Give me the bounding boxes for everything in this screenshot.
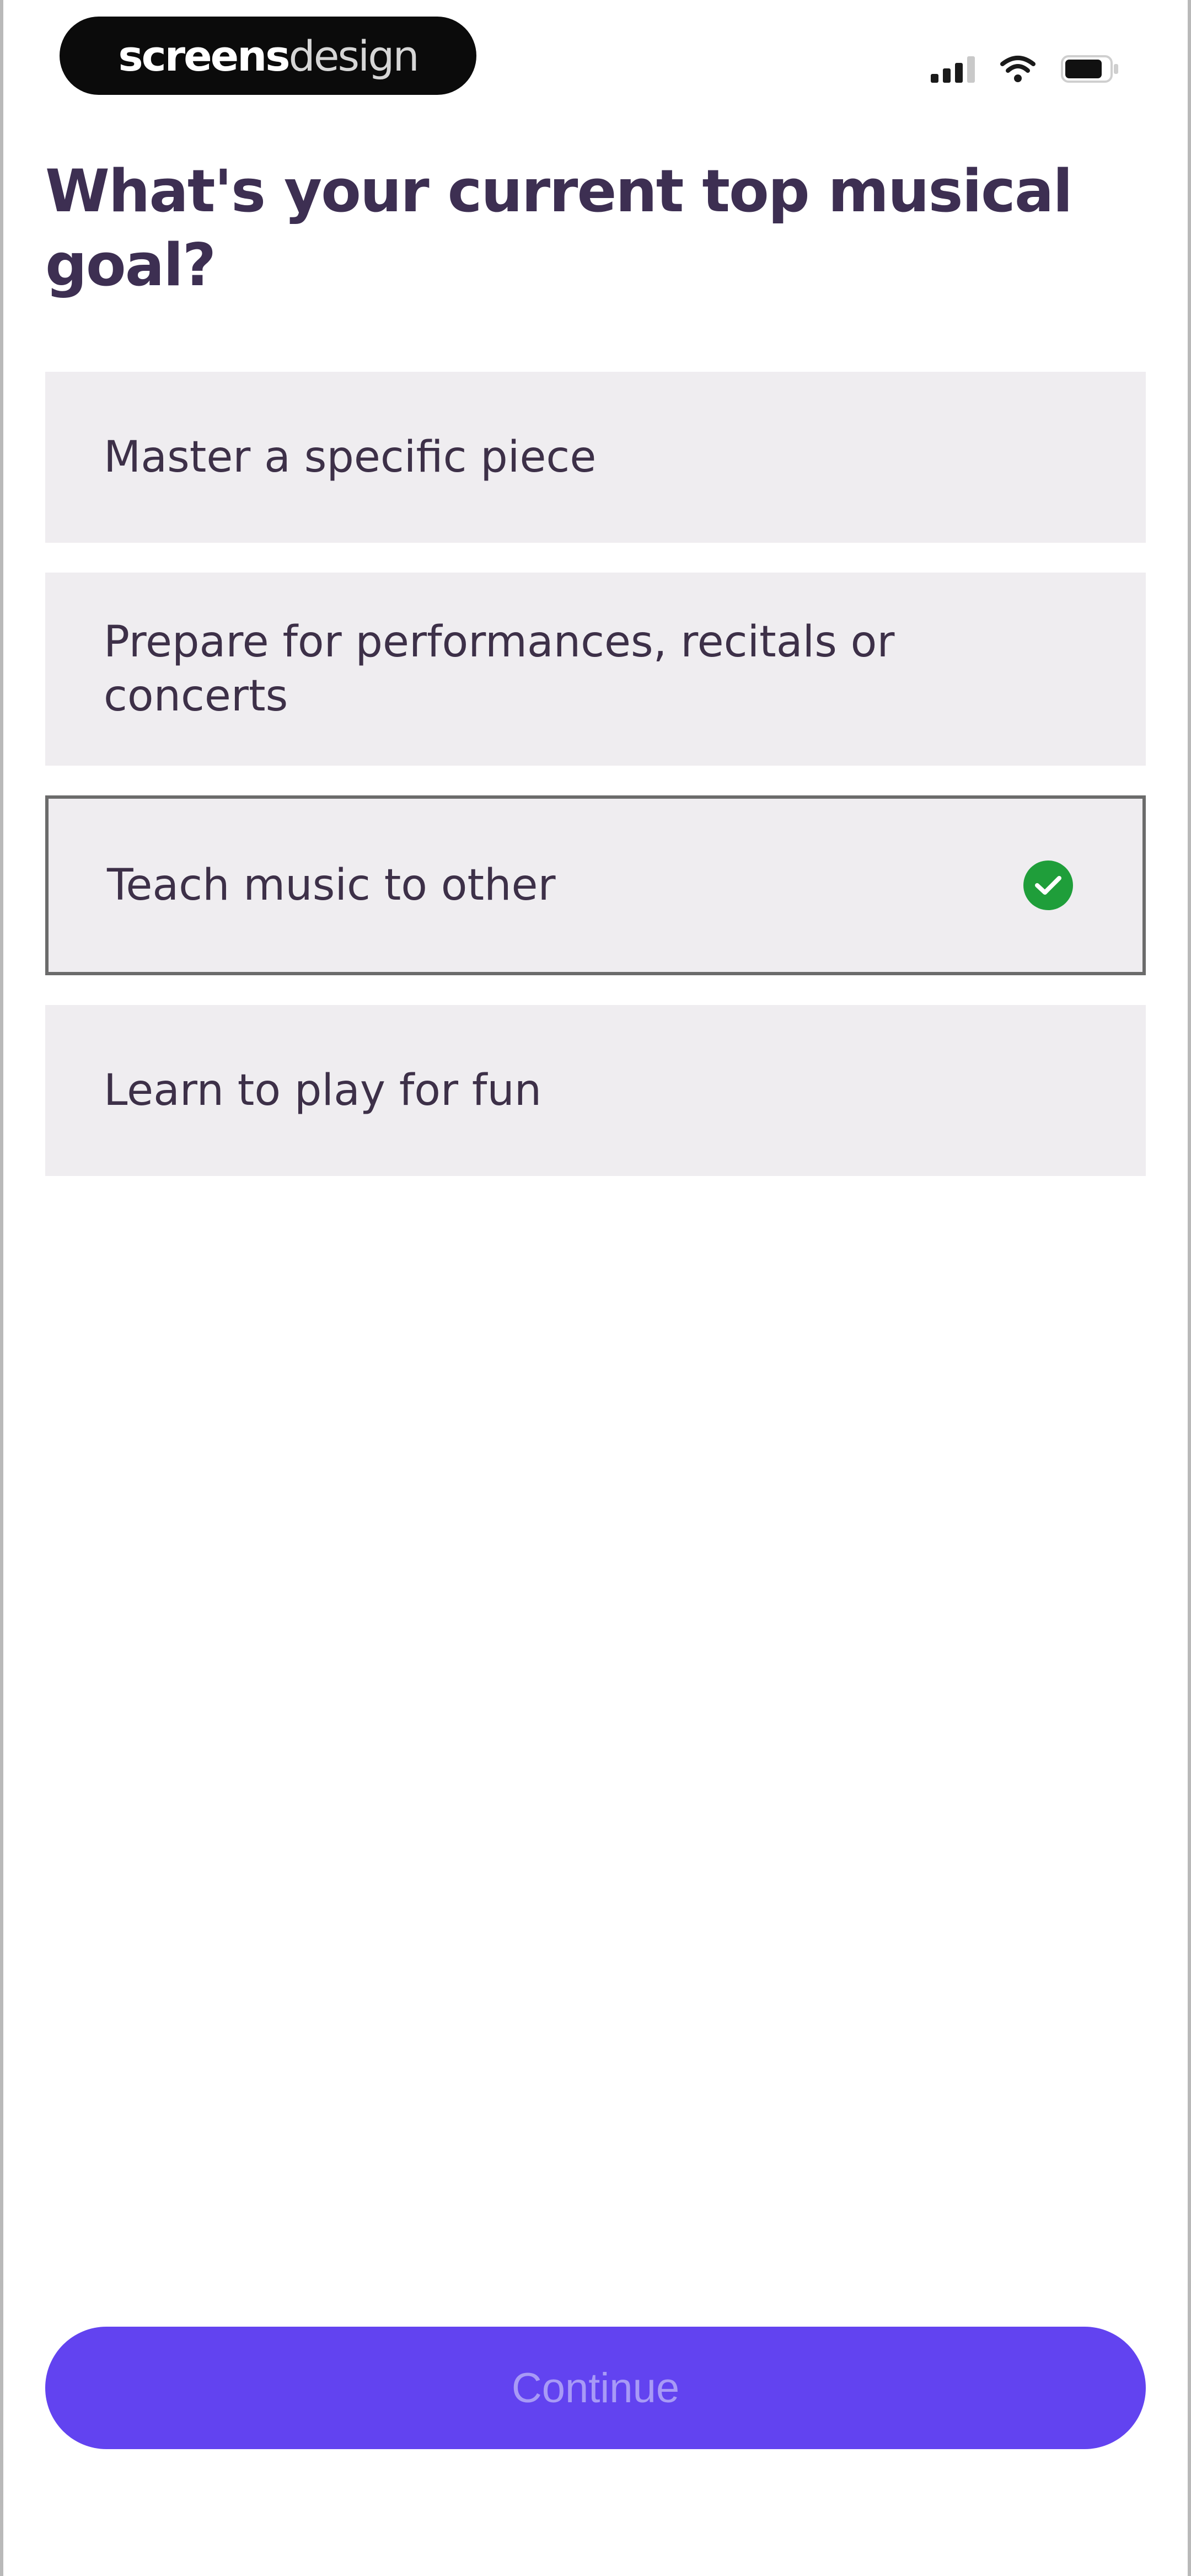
brand-name-light: design	[288, 31, 420, 81]
goal-options-list: Master a specific piece Prepare for perf…	[45, 372, 1146, 1176]
signal-icon	[931, 55, 975, 83]
continue-button[interactable]: Continue	[45, 2327, 1146, 2449]
option-label: Teach music to other	[107, 861, 556, 910]
option-learn-for-fun[interactable]: Learn to play for fun	[45, 1005, 1146, 1176]
page-title: What's your current top musical goal?	[45, 157, 1073, 299]
screen-frame-left	[0, 0, 3, 2576]
option-prepare-for-performances[interactable]: Prepare for performances, recitals or co…	[45, 573, 1146, 766]
continue-button-label: Continue	[511, 2364, 680, 2412]
status-icons	[931, 50, 1119, 88]
wifi-icon	[1000, 56, 1036, 82]
brand-name-bold: screens	[118, 31, 290, 81]
brand-watermark: screens design	[60, 17, 476, 95]
screen-frame-right	[1188, 0, 1191, 2576]
option-label: Prepare for performances, recitals or co…	[104, 617, 895, 721]
option-teach-music[interactable]: Teach music to other	[45, 795, 1146, 975]
battery-icon	[1061, 55, 1118, 83]
option-master-specific-piece[interactable]: Master a specific piece	[45, 372, 1146, 543]
checkmark-icon	[1023, 861, 1073, 910]
status-bar: screens design	[0, 17, 1191, 99]
option-label: Learn to play for fun	[104, 1066, 542, 1115]
option-label: Master a specific piece	[104, 432, 597, 482]
